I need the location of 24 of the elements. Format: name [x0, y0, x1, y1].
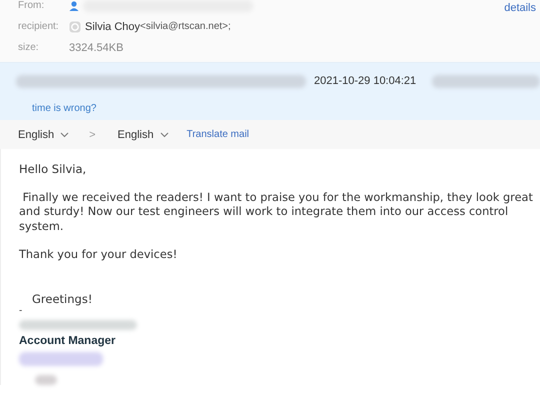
timestamp: 2021-10-29 10:04:21: [314, 75, 416, 87]
chevron-icon: [60, 132, 70, 138]
chevron-icon: [160, 132, 169, 138]
field-label: From:: [18, 0, 46, 11]
translate-link[interactable]: Translate mail: [186, 129, 250, 140]
person-icon: [69, 1, 79, 11]
redacted-text: [35, 374, 57, 384]
recipient-email: <silvia@rtscan.net>;: [140, 21, 231, 32]
separator: >: [89, 128, 96, 140]
target-language-dropdown[interactable]: English: [118, 128, 169, 140]
paragraph: Finally we received the readers! I want to praise you for the workmanship, they look great and sturdy! Now our test engineers will work to integrate them into our access control system.: [19, 190, 534, 234]
dash: -: [19, 306, 22, 316]
field-label: size:: [18, 42, 40, 53]
size-value: 3324.54KB: [69, 42, 124, 54]
details-link[interactable]: details: [504, 2, 536, 14]
time-wrong-link[interactable]: time is wrong?: [32, 103, 96, 114]
paragraph: Thank you for your devices!: [19, 248, 178, 262]
field-label: recipient:: [18, 21, 60, 32]
greeting: Hello Silvia,: [19, 162, 86, 176]
source-language-dropdown[interactable]: English: [18, 128, 70, 140]
contact-icon: [69, 20, 81, 32]
recipient-name: Silvia Choy: [85, 20, 140, 32]
closing: Greetings!: [31, 292, 92, 306]
signature-title: Account Manager: [19, 334, 116, 348]
